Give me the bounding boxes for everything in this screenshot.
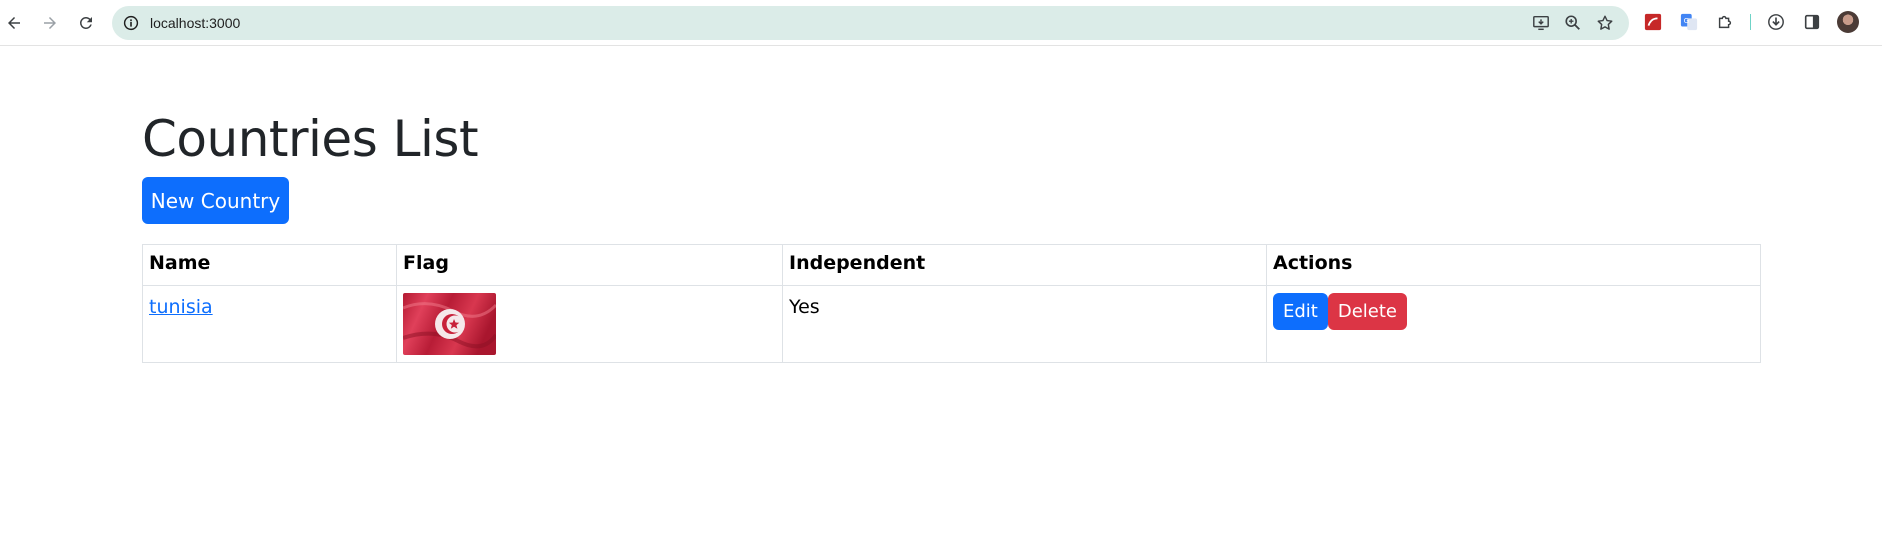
- bookmark-star-icon[interactable]: [1595, 13, 1615, 33]
- profile-avatar[interactable]: [1837, 11, 1859, 33]
- tunisia-flag-image: [403, 293, 496, 355]
- address-bar[interactable]: localhost:3000: [112, 6, 1629, 40]
- download-icon[interactable]: [1765, 11, 1787, 33]
- cell-name: tunisia: [142, 285, 397, 363]
- countries-table: Name Flag Independent Actions tunisia Ye…: [142, 244, 1761, 363]
- header-name: Name: [142, 244, 397, 286]
- table-row: tunisia Yes Edit Delete: [142, 285, 1761, 363]
- cell-independent: Yes: [782, 285, 1267, 363]
- edit-button[interactable]: Edit: [1273, 293, 1328, 330]
- url-text[interactable]: localhost:3000: [150, 15, 240, 31]
- header-independent: Independent: [782, 244, 1267, 286]
- forward-button[interactable]: [36, 9, 64, 37]
- back-button[interactable]: [0, 9, 28, 37]
- toolbar-divider: [1750, 14, 1751, 30]
- svg-text:G: G: [1684, 16, 1690, 25]
- side-panel-icon[interactable]: [1801, 11, 1823, 33]
- site-info-icon[interactable]: [122, 14, 140, 32]
- country-name-link[interactable]: tunisia: [149, 296, 213, 318]
- browser-toolbar: localhost:3000 G: [0, 0, 1882, 46]
- reload-icon: [79, 16, 92, 29]
- cell-actions: Edit Delete: [1266, 285, 1761, 363]
- extensions-puzzle-icon[interactable]: [1714, 11, 1736, 33]
- independent-value: Yes: [789, 296, 820, 318]
- new-country-button[interactable]: New Country: [142, 177, 289, 224]
- forward-arrow-icon: [44, 17, 56, 29]
- table-header-row: Name Flag Independent Actions: [142, 244, 1761, 286]
- cell-flag: [396, 285, 783, 363]
- page-title: Countries List: [142, 110, 479, 168]
- back-arrow-icon: [8, 17, 20, 29]
- delete-button[interactable]: Delete: [1327, 293, 1408, 330]
- zoom-icon[interactable]: [1563, 13, 1583, 33]
- header-actions: Actions: [1266, 244, 1761, 286]
- translate-extension-icon[interactable]: G: [1678, 11, 1700, 33]
- extension-red-icon[interactable]: [1642, 11, 1664, 33]
- reload-button[interactable]: [72, 9, 100, 37]
- install-app-icon[interactable]: [1531, 13, 1551, 33]
- header-flag: Flag: [396, 244, 783, 286]
